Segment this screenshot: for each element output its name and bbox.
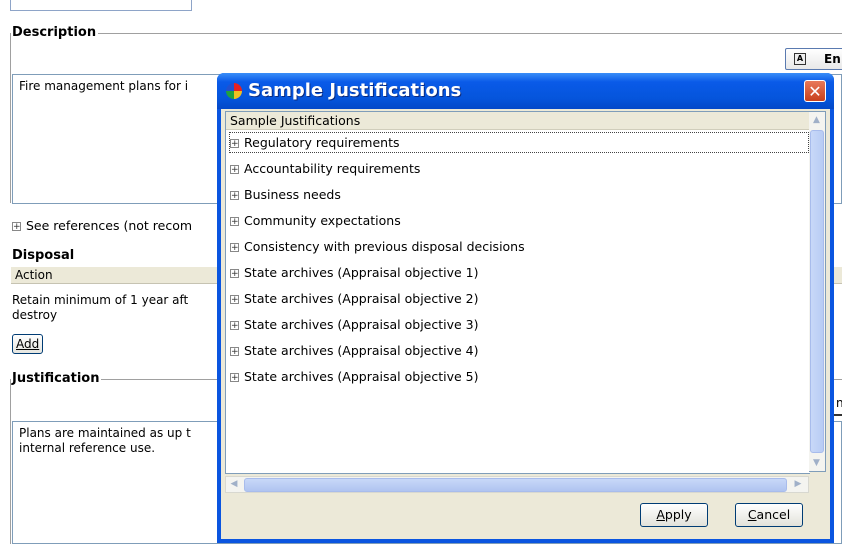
see-references-label: See references (not recom — [26, 218, 193, 233]
description-text: Fire management plans for i — [19, 79, 189, 93]
cancel-button[interactable]: Cancel — [735, 503, 803, 527]
justification-border-left — [10, 379, 11, 544]
tree-item[interactable]: + Consistency with previous disposal deci… — [230, 236, 810, 258]
add-button-label: Add — [16, 337, 40, 351]
description-divider — [10, 33, 842, 34]
tree-item[interactable]: + Community expectations — [230, 210, 810, 232]
expand-plus-icon[interactable]: + — [230, 139, 239, 149]
expand-plus-icon[interactable]: + — [230, 191, 239, 201]
expand-plus-icon[interactable]: + — [230, 295, 239, 305]
expand-plus-icon[interactable]: + — [230, 243, 239, 253]
see-references-toggle[interactable]: + See references (not recom — [12, 218, 192, 233]
tree-item[interactable]: + State archives (Appraisal objective 3) — [230, 314, 810, 336]
disposal-heading: Disposal — [12, 248, 75, 263]
disposal-action-line1: Retain minimum of 1 year aft — [12, 293, 189, 307]
disposal-action-line2: destroy — [12, 308, 58, 322]
expand-plus-icon[interactable]: + — [230, 269, 239, 279]
horizontal-scroll-thumb[interactable] — [244, 478, 787, 492]
justification-legend: Justification — [10, 371, 102, 386]
horizontal-scrollbar[interactable]: ◀ ▶ — [225, 476, 809, 493]
tree-item-label: Regulatory requirements — [244, 135, 400, 150]
tree-item-label: State archives (Appraisal objective 1) — [244, 265, 479, 280]
expand-plus-icon[interactable]: + — [230, 217, 239, 227]
tree-item[interactable]: + Accountability requirements — [230, 158, 810, 180]
scroll-left-arrow-icon[interactable]: ◀ — [226, 477, 242, 492]
close-icon[interactable]: ✕ — [804, 80, 826, 102]
tree-item-label: Consistency with previous disposal decis… — [244, 239, 525, 254]
description-legend: Description — [10, 25, 99, 40]
expand-plus-icon: + — [12, 222, 21, 232]
cancel-label: ancel — [756, 507, 791, 522]
expand-plus-icon[interactable]: + — [230, 165, 239, 175]
tree-item-label: Business needs — [244, 187, 341, 202]
dialog-title: Sample Justifications — [248, 80, 462, 101]
vertical-scrollbar[interactable]: ▲ ▼ — [809, 111, 826, 472]
tree-item[interactable]: + State archives (Appraisal objective 1) — [230, 262, 810, 284]
expand-plus-icon[interactable]: + — [230, 321, 239, 331]
scroll-down-arrow-icon[interactable]: ▼ — [809, 455, 824, 471]
tree-item-label: State archives (Appraisal objective 5) — [244, 369, 479, 384]
apply-mnemonic: A — [656, 507, 665, 522]
expand-plus-icon[interactable]: + — [230, 347, 239, 357]
tree-item-label: Community expectations — [244, 213, 401, 228]
description-border-left — [10, 33, 11, 203]
scroll-right-arrow-icon[interactable]: ▶ — [790, 477, 806, 492]
tree-item-label: Accountability requirements — [244, 161, 421, 176]
justification-right-fragment-1: n — [836, 396, 842, 410]
format-a-icon: A — [794, 53, 806, 65]
tree-item[interactable]: + State archives (Appraisal objective 2) — [230, 288, 810, 310]
tree-item[interactable]: + Business needs — [230, 184, 810, 206]
top-input-field[interactable] — [10, 0, 192, 11]
sample-justifications-dialog: Sample Justifications ✕ Sample Justifica… — [217, 73, 834, 543]
tree-item-label: State archives (Appraisal objective 3) — [244, 317, 479, 332]
add-button[interactable]: Add — [12, 334, 44, 354]
app-logo-icon — [226, 83, 242, 99]
vertical-scroll-thumb[interactable] — [810, 130, 824, 453]
cancel-mnemonic: C — [747, 507, 757, 522]
tree-item[interactable]: + Regulatory requirements — [229, 132, 809, 153]
tree-item[interactable]: + State archives (Appraisal objective 5) — [230, 366, 810, 388]
tree-item-label: State archives (Appraisal objective 4) — [244, 343, 479, 358]
enter-button[interactable]: A En — [785, 48, 842, 70]
disposal-action-cell[interactable]: Retain minimum of 1 year aft destroy — [12, 293, 188, 323]
apply-button[interactable]: Apply — [640, 503, 708, 527]
tree-column-header[interactable]: Sample Justifications — [226, 112, 810, 130]
justifications-tree[interactable]: Sample Justifications + Regulatory requir… — [225, 111, 810, 474]
tree-item-label: State archives (Appraisal objective 2) — [244, 291, 479, 306]
apply-label: pply — [664, 507, 692, 522]
enter-button-label: En — [824, 52, 841, 66]
dialog-client-area: Sample Justifications + Regulatory requir… — [221, 109, 830, 539]
tree-item[interactable]: + State archives (Appraisal objective 4) — [230, 340, 810, 362]
dialog-titlebar[interactable]: Sample Justifications ✕ — [217, 73, 834, 109]
action-header-label: Action — [15, 268, 53, 282]
expand-plus-icon[interactable]: + — [230, 373, 239, 383]
scroll-up-arrow-icon[interactable]: ▲ — [809, 112, 824, 128]
